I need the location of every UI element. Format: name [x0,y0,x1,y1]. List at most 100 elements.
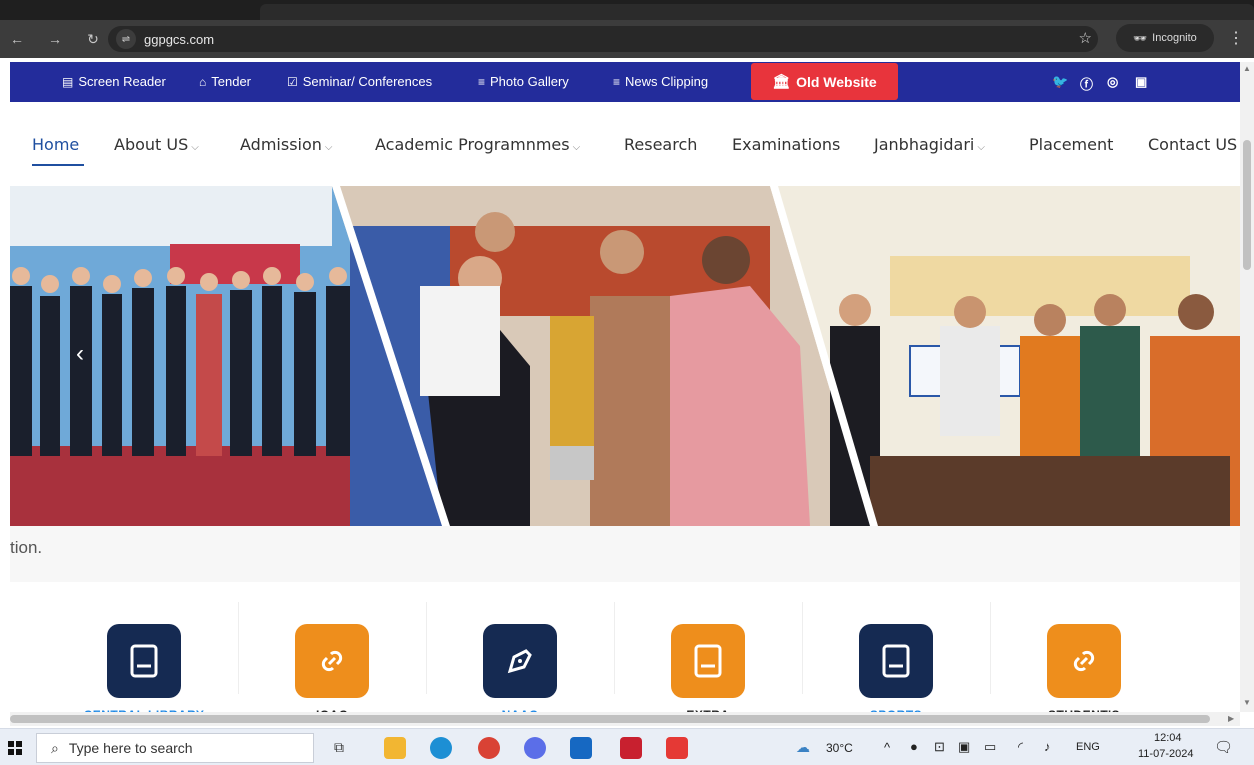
bookmark-star-icon[interactable]: ☆ [1079,29,1092,47]
clock-time[interactable]: 12:04 [1154,732,1182,744]
url-text[interactable]: ggpgcs.com [144,32,214,47]
file-explorer-icon[interactable] [384,737,406,759]
pen-nib-icon [507,649,532,674]
address-bar[interactable]: ⇌ ggpgcs.com ☆ [108,26,1098,52]
incognito-indicator[interactable]: 🕶 Incognito [1116,24,1214,52]
vertical-scroll-thumb[interactable] [1243,140,1251,270]
mcafee-icon[interactable] [620,737,642,759]
slider-caption-bar: tion. [10,526,1240,582]
linkedin-icon[interactable]: ▣ [1135,74,1147,90]
site-info-icon[interactable]: ⇌ [116,29,136,49]
task-view-icon[interactable]: ⧉ [334,739,344,756]
nav-placement[interactable]: Placement [1029,135,1113,154]
clock-date[interactable]: 11-07-2024 [1138,748,1193,760]
scroll-down-icon[interactable]: ▼ [1243,698,1251,707]
topbar-label: Tender [211,74,251,89]
card-naac[interactable]: NAAC [426,602,614,714]
nav-label: Contact US [1148,135,1238,154]
facebook-icon[interactable]: ⓕ [1080,74,1093,93]
old-website-label: Old Website [796,73,877,90]
topbar-label: Seminar/ Conferences [302,74,433,89]
nav-label: About US [114,135,189,154]
main-navigation: Home About US ⌵ Admission ⌵ Academic Progr… [10,102,1240,186]
link-icon [1073,650,1095,672]
scroll-up-icon[interactable]: ▲ [1243,64,1251,73]
chevron-down-icon: ⌵ [191,142,199,153]
browser-tab-strip [0,0,1254,20]
bank-icon: 🏛 [772,73,791,89]
nav-examinations[interactable]: Examinations [732,135,840,154]
topbar-tender[interactable]: ⌂ Tender [199,74,251,89]
nav-janbhagidari[interactable]: Janbhagidari ⌵ [874,135,985,154]
reload-icon[interactable]: ↻ [80,31,106,48]
nav-label: Janbhagidari [874,135,975,154]
nav-label: Examinations [732,135,841,154]
card-iqac[interactable]: IQAC [238,602,426,714]
browser-tab[interactable] [260,4,1254,20]
horizontal-scrollbar[interactable]: ▶ [10,712,1240,726]
screen-reader-icon: ▤ [62,74,74,89]
topbar-news-clipping[interactable]: ≡ News Clipping [613,74,708,89]
tray-chevron-icon[interactable]: ^ [884,740,890,755]
slider-prev-icon[interactable]: ‹ [76,340,84,368]
old-website-button[interactable]: 🏛 Old Website [751,63,898,100]
seminar-icon: ☑ [287,74,298,89]
tray-display-icon[interactable]: ▣ [958,739,970,755]
mail-icon[interactable] [570,737,592,759]
incognito-icon: 🕶 [1133,32,1148,45]
card-extra[interactable]: EXTRA [614,602,802,714]
forward-icon[interactable]: → [42,31,68,47]
card-sports[interactable]: SPORTS [802,602,990,714]
page-left-edge [0,58,10,726]
back-icon[interactable]: ← [4,31,30,47]
twitter-icon[interactable]: 🐦 [1052,74,1068,90]
nav-research[interactable]: Research [624,135,697,154]
topbar-label: Photo Gallery [490,74,569,89]
instagram-icon[interactable]: ◎ [1107,74,1118,90]
volume-icon[interactable]: ♪ [1044,739,1051,754]
card-icon-box [1047,624,1121,698]
vertical-scrollbar[interactable]: ▲ ▼ [1240,62,1254,712]
tray-app-icon[interactable]: ● [910,739,918,754]
chrome-icon[interactable] [478,737,500,759]
nav-admission[interactable]: Admission ⌵ [240,135,333,154]
search-icon: ⌕ [51,739,59,756]
copilot-icon[interactable] [524,737,546,759]
topbar-screen-reader[interactable]: ▤ Screen Reader [62,74,166,89]
windows-start-icon[interactable] [8,741,22,755]
topbar-photo-gallery[interactable]: ≡ Photo Gallery [478,74,569,89]
nav-about[interactable]: About US ⌵ [114,135,199,154]
scroll-right-icon[interactable]: ▶ [1228,714,1234,723]
nav-label: Admission [240,135,322,154]
notifications-icon[interactable]: 🗨 [1214,738,1233,756]
topbar-label: Screen Reader [78,74,166,89]
windows-taskbar: ⌕ Type here to search ⧉ ☁ 30°C ^ ● ⊡ ▣ ▭… [0,728,1254,765]
tray-network-app-icon[interactable]: ⊡ [934,739,945,755]
nav-label: Research [624,135,698,154]
hero-slider[interactable]: ‹ [10,186,1240,526]
horizontal-scroll-thumb[interactable] [10,715,1210,723]
browser-menu-icon[interactable]: ⋮ [1228,28,1244,48]
chevron-down-icon: ⌵ [977,142,985,153]
hero-photo-collage [10,186,1240,526]
card-central-library[interactable]: CENTRAL LIBRARY [50,602,238,714]
slider-caption: tion. [10,538,43,557]
edge-icon[interactable] [430,737,452,759]
language-indicator[interactable]: ENG [1076,741,1100,753]
nav-home[interactable]: Home [32,135,79,154]
nav-label: Home [32,135,80,154]
card-icon-box [859,624,933,698]
chevron-down-icon: ⌵ [324,142,333,153]
anydesk-icon[interactable] [666,737,688,759]
battery-icon[interactable]: ▭ [984,739,996,755]
nav-contact[interactable]: Contact US [1148,135,1237,154]
weather-temp[interactable]: 30°C [826,741,853,755]
book-icon [882,644,910,678]
chevron-down-icon: ⌵ [572,142,581,153]
wifi-icon[interactable]: ◜ [1018,739,1023,755]
card-students[interactable]: STUDENT'S [990,602,1178,714]
nav-academic[interactable]: Academic Programnmes ⌵ [375,135,580,154]
taskbar-search[interactable]: ⌕ Type here to search [36,733,314,763]
topbar-seminar[interactable]: ☑ Seminar/ Conferences [287,74,432,89]
weather-icon[interactable]: ☁ [796,739,810,756]
